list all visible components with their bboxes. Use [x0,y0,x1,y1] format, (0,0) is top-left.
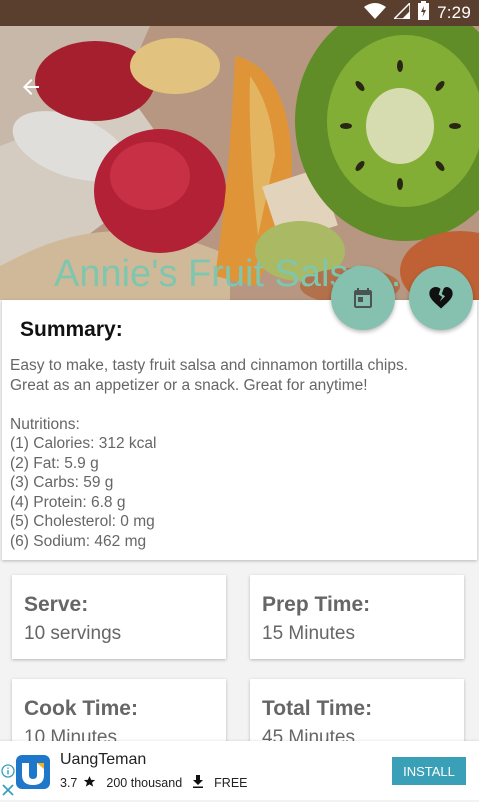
nutrition-item: (2) Fat: 5.9 g [10,454,99,472]
summary-card: Summary: Easy to make, tasty fruit salsa… [2,300,477,560]
ad-meta: 3.7 200 thousand FREE [60,775,248,791]
nutrition-item: (5) Cholesterol: 0 mg [10,513,155,530]
arrow-back-icon [23,79,39,95]
prep-time-label: Prep Time: [262,593,371,616]
nutritions-heading: Nutritions: [10,415,80,433]
summary-line: Easy to make, tasty fruit salsa and cinn… [10,357,409,374]
recipe-hero-image: Annie's Fruit Salsa... [0,26,479,300]
summary-line [10,395,465,415]
total-time-label: Total Time: [262,697,373,720]
status-bar: 7:29 [0,0,479,26]
serve-label: Serve: [24,593,89,616]
install-button[interactable]: INSTALL [392,757,466,785]
ad-close-icon[interactable] [1,783,15,802]
wifi-icon [364,2,387,24]
ad-info-icon[interactable] [1,764,15,783]
summary-heading: Summary: [20,318,123,341]
back-button[interactable] [14,70,48,104]
serve-value: 10 servings [24,623,122,644]
calendar-icon [354,288,372,308]
cook-time-label: Cook Time: [24,697,138,720]
nutrition-item: (4) Protein: 6.8 g [10,493,126,511]
unfavorite-button[interactable] [409,266,473,330]
summary-line: Great as an appetizer or a snack. Great … [10,376,368,394]
ad-app-name: UangTeman [60,751,147,768]
add-to-calendar-button[interactable] [331,266,395,330]
prep-time-card: Prep Time: 15 Minutes [250,575,464,659]
ad-banner[interactable]: UangTeman 3.7 200 thousand FREE INSTALL [0,741,479,800]
serve-card: Serve: 10 servings [12,575,226,659]
summary-text: Easy to make, tasty fruit salsa and cinn… [10,356,465,551]
nutrition-item: (1) Calories: 312 kcal [10,435,157,452]
ad-downloads: 200 thousand [106,776,183,790]
status-time: 7:29 [437,3,471,22]
app-logo-icon [16,755,50,789]
ad-price: FREE [214,776,248,790]
signal-icon [392,0,411,24]
battery-charging-icon [418,1,430,25]
nutrition-item: (6) Sodium: 462 mg [10,532,147,550]
ad-rating: 3.7 [60,776,78,790]
broken-heart-icon [429,287,453,309]
star-icon [83,775,96,791]
nutrition-item: (3) Carbs: 59 g [10,474,114,491]
download-icon [192,775,204,791]
prep-time-value: 15 Minutes [262,623,355,644]
